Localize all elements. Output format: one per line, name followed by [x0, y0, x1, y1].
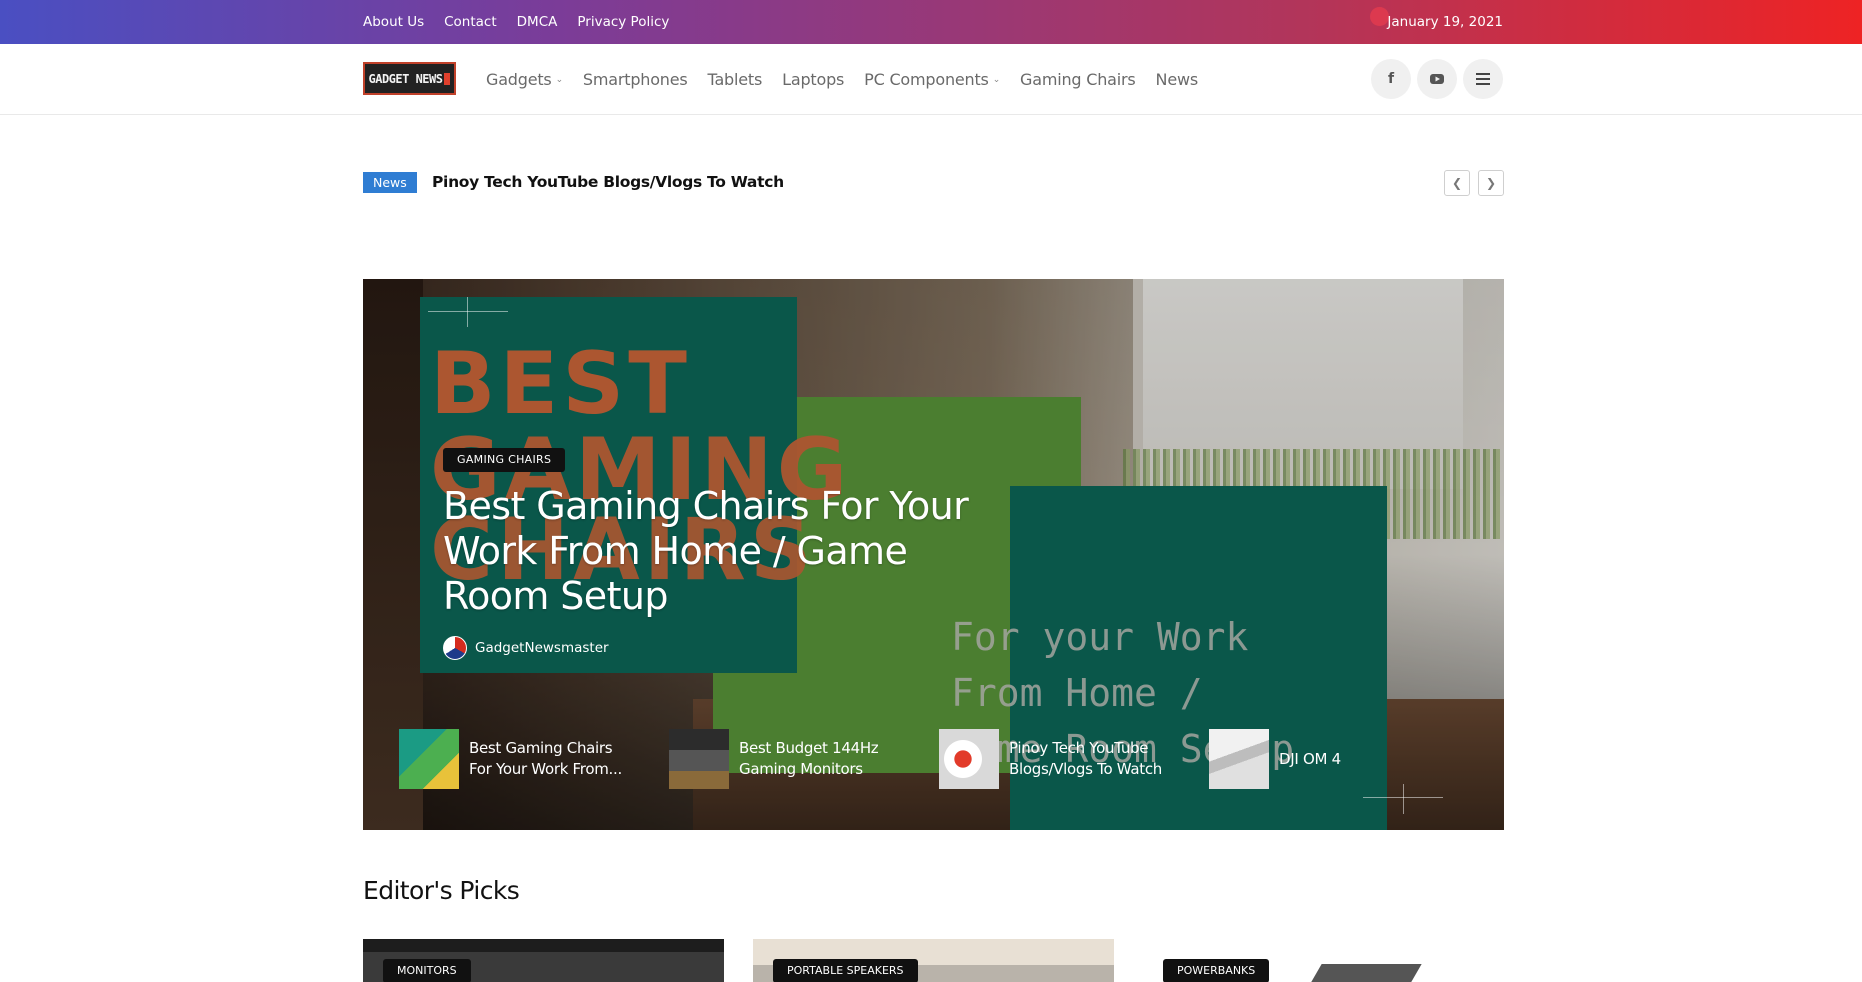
main-nav: Gadgets ⌄ Smartphones Tablets Laptops PC …	[486, 44, 1198, 115]
hero-thumbnails: Best Gaming Chairs For Your Work From...…	[399, 729, 1479, 789]
site-header: GADGET NEWS Gadgets ⌄ Smartphones Tablets…	[0, 44, 1862, 115]
thumb-image	[1209, 729, 1269, 789]
pick-card[interactable]: PORTABLE SPEAKERS	[753, 939, 1114, 982]
logo-text: GADGET NEWS	[368, 71, 443, 86]
menu-icon[interactable]	[1463, 59, 1503, 99]
nav-label: Gaming Chairs	[1020, 70, 1136, 89]
pick-card[interactable]: POWERBANKS	[1143, 939, 1504, 982]
about-us-link[interactable]: About Us	[363, 14, 424, 30]
youtube-icon[interactable]	[1417, 59, 1457, 99]
hero-cross-line	[467, 297, 468, 327]
nav-item-tablets[interactable]: Tablets	[708, 70, 763, 89]
author-name: GadgetNewsmaster	[475, 640, 609, 656]
nav-item-smartphones[interactable]: Smartphones	[583, 70, 688, 89]
thumb-title: Pinoy Tech YouTube Blogs/Vlogs To Watch	[1009, 739, 1162, 778]
ticker-title[interactable]: Pinoy Tech YouTube Blogs/Vlogs To Watch	[432, 172, 784, 193]
hero-category-badge[interactable]: GAMING CHAIRS	[443, 448, 566, 472]
nav-item-laptops[interactable]: Laptops	[782, 70, 844, 89]
nav-item-news[interactable]: News	[1155, 70, 1199, 89]
nav-label: Tablets	[707, 70, 763, 89]
logo-mark	[444, 72, 451, 85]
dmca-link[interactable]: DMCA	[517, 14, 558, 30]
section-title-editors-picks: Editor's Picks	[363, 876, 520, 905]
hero-slider[interactable]: BEST GAMING CHAIRS For your Work From Ho…	[363, 279, 1504, 830]
contact-link[interactable]: Contact	[444, 14, 497, 30]
nav-item-gaming-chairs[interactable]: Gaming Chairs	[1020, 70, 1136, 89]
hero-thumb-item[interactable]: Pinoy Tech YouTube Blogs/Vlogs To Watch	[939, 729, 1209, 789]
nav-label: Smartphones	[582, 70, 688, 89]
chevron-right-icon[interactable]: ❯	[1478, 170, 1504, 196]
pick-category-badge[interactable]: PORTABLE SPEAKERS	[773, 959, 918, 982]
chevron-down-icon: ⌄	[992, 74, 1001, 85]
thumb-title: DJI OM 4	[1279, 749, 1341, 768]
thumb-image	[669, 729, 729, 789]
pick-category-badge[interactable]: POWERBANKS	[1163, 959, 1270, 982]
hero-thumb-item[interactable]: Best Gaming Chairs For Your Work From...	[399, 729, 669, 789]
nav-label: Gadgets	[486, 70, 552, 89]
nav-label: News	[1155, 70, 1199, 89]
thumb-title: Best Gaming Chairs For Your Work From...	[469, 739, 622, 778]
pick-card[interactable]: MONITORS	[363, 939, 724, 982]
facebook-icon[interactable]: f	[1371, 59, 1411, 99]
top-bar: About Us Contact DMCA Privacy Policy Jan…	[0, 0, 1862, 44]
hero-cross-line	[428, 311, 508, 312]
ticker-arrows: ❮ ❯	[1444, 170, 1504, 196]
top-links: About Us Contact DMCA Privacy Policy	[363, 0, 669, 44]
header-icons: f	[1371, 59, 1503, 99]
nav-item-pc-components[interactable]: PC Components ⌄	[864, 70, 1000, 89]
current-date: January 19, 2021	[1387, 14, 1503, 30]
nav-label: PC Components	[864, 70, 989, 89]
hero-title[interactable]: Best Gaming Chairs For Your Work From Ho…	[443, 484, 1003, 619]
hero-author[interactable]: GadgetNewsmaster	[443, 636, 609, 660]
site-logo[interactable]: GADGET NEWS	[363, 62, 456, 95]
thumb-title: Best Budget 144Hz Gaming Monitors	[739, 739, 879, 778]
pick-category-badge[interactable]: MONITORS	[383, 959, 471, 982]
nav-label: Laptops	[782, 70, 845, 89]
thumb-image	[399, 729, 459, 789]
nav-item-gadgets[interactable]: Gadgets ⌄	[486, 70, 563, 89]
ticker-badge: News	[363, 172, 417, 193]
news-ticker: News Pinoy Tech YouTube Blogs/Vlogs To W…	[363, 170, 1504, 196]
chevron-left-icon[interactable]: ❮	[1444, 170, 1470, 196]
chevron-down-icon: ⌄	[555, 74, 564, 85]
avatar	[443, 636, 467, 660]
privacy-policy-link[interactable]: Privacy Policy	[577, 14, 669, 30]
powerbank-image	[1304, 964, 1422, 982]
hero-thumb-item[interactable]: Best Budget 144Hz Gaming Monitors	[669, 729, 939, 789]
hero-thumb-item[interactable]: DJI OM 4	[1209, 729, 1479, 789]
thumb-image	[939, 729, 999, 789]
